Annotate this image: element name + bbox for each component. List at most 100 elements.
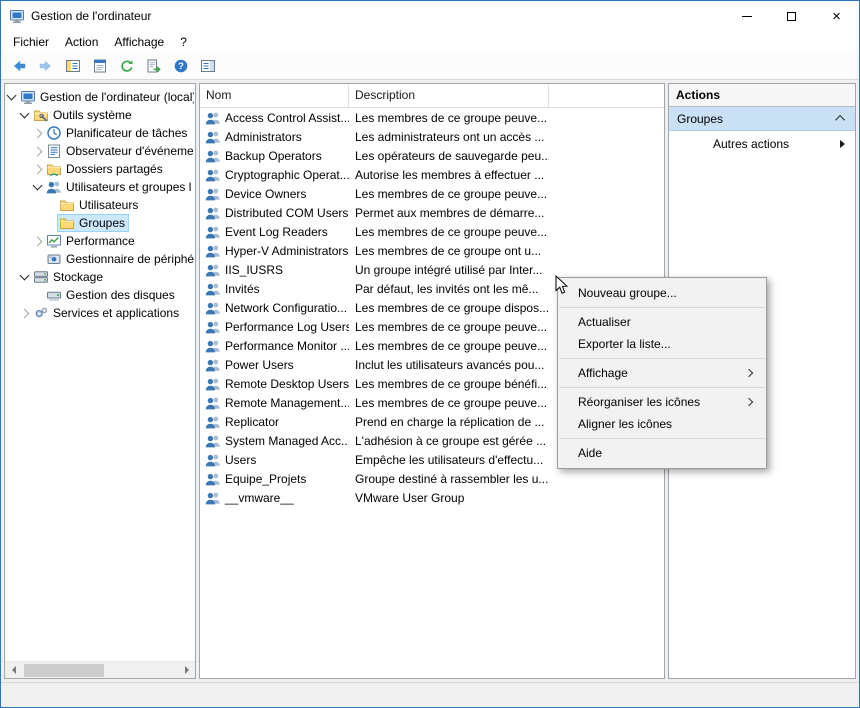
context-menu-item-nouveau-groupe[interactable]: Nouveau groupe...	[558, 282, 766, 304]
scroll-left-button[interactable]	[5, 662, 22, 678]
event-icon	[46, 143, 62, 159]
help-icon: ?	[173, 58, 189, 74]
tree-item-gestion-des-disques[interactable]: Gestion des disques	[5, 286, 195, 304]
context-menu-item-aligner-les-icones[interactable]: Aligner les icônes	[558, 413, 766, 435]
forward-button[interactable]	[34, 54, 58, 78]
group-name: Equipe_Projets	[225, 471, 307, 486]
tree-item-label: Gestion de l'ordinateur (local)	[40, 90, 195, 104]
list-row-administrators[interactable]: Administrators Les administrateurs ont un…	[200, 127, 664, 146]
close-button[interactable]: ×	[814, 1, 859, 31]
scrollbar-track[interactable]	[22, 662, 178, 678]
tree-item-content[interactable]: Gestion des disques	[44, 286, 179, 304]
context-menu-item-reorganiser-les-icones[interactable]: Réorganiser les icônes	[558, 391, 766, 413]
chevron-right-icon[interactable]	[32, 146, 43, 156]
tree-item-content[interactable]: Outils système	[31, 106, 136, 124]
context-menu-item-actualiser[interactable]: Actualiser	[558, 311, 766, 333]
tree-item-performance[interactable]: Performance	[5, 232, 195, 250]
help-button[interactable]: ?	[169, 54, 193, 78]
list-row-access-control-assist[interactable]: Access Control Assist... Les membres de c…	[200, 108, 664, 127]
group-name: Device Owners	[225, 186, 307, 201]
minimize-button[interactable]	[724, 1, 769, 31]
list-row-hyper-v-administrators[interactable]: Hyper-V Administrators Les membres de ce …	[200, 241, 664, 260]
arrow-left-icon	[11, 58, 27, 74]
tree-item-content[interactable]: Dossiers partagés	[44, 160, 167, 178]
tree-item-observateur-d-eveneme[interactable]: Observateur d'événeme	[5, 142, 195, 160]
tree-item-services-et-applications[interactable]: Services et applications	[5, 304, 195, 322]
show-hide-console-tree-button[interactable]	[61, 54, 85, 78]
tree-item-content[interactable]: Utilisateurs	[57, 196, 142, 214]
console-tree-pane: Gestion de l'ordinateur (local) Outils sy…	[4, 83, 196, 679]
context-menu-item-aide[interactable]: Aide	[558, 442, 766, 464]
menu-affichage[interactable]: Affichage	[106, 33, 172, 51]
column-header-description[interactable]: Description	[349, 84, 549, 107]
list-row-vmware[interactable]: __vmware__ VMware User Group	[200, 488, 664, 507]
tree-item-content[interactable]: Services et applications	[31, 304, 183, 322]
menu-separator	[559, 438, 765, 439]
menu-?[interactable]: ?	[172, 33, 195, 51]
group-name-cell: __vmware__	[200, 490, 349, 506]
group-description: Empêche les utilisateurs d'effectu...	[355, 452, 544, 467]
group-name: Performance Monitor ...	[225, 338, 349, 353]
chevron-right-icon[interactable]	[19, 308, 30, 318]
tree-item-label: Utilisateurs et groupes l	[66, 180, 192, 194]
scrollbar-thumb[interactable]	[24, 664, 104, 677]
chevron-right-icon[interactable]	[32, 164, 43, 174]
tree-item-stockage[interactable]: Stockage	[5, 268, 195, 286]
tree-item-dossiers-partages[interactable]: Dossiers partagés	[5, 160, 195, 178]
maximize-button[interactable]	[769, 1, 814, 31]
chevron-down-icon[interactable]	[32, 180, 43, 191]
tree-item-content[interactable]: Stockage	[31, 268, 107, 286]
title-bar[interactable]: Gestion de l'ordinateur ×	[1, 1, 859, 31]
tree-horizontal-scrollbar[interactable]	[5, 661, 195, 678]
properties-button[interactable]	[88, 54, 112, 78]
export-list-button[interactable]	[142, 54, 166, 78]
context-menu-item-exporter-la-liste[interactable]: Exporter la liste...	[558, 333, 766, 355]
tree-item-content[interactable]: Observateur d'événeme	[44, 142, 195, 160]
menu-action[interactable]: Action	[57, 33, 106, 51]
show-hide-action-pane-button[interactable]	[196, 54, 220, 78]
column-header-nom[interactable]: Nom	[200, 84, 349, 107]
menu-item-label: Exporter la liste...	[578, 337, 671, 351]
tree-item-content[interactable]: Utilisateurs et groupes l	[44, 178, 195, 196]
chevron-down-icon[interactable]	[19, 270, 30, 281]
tree-item-outils-systeme[interactable]: Outils système	[5, 106, 195, 124]
actions-section-groupes[interactable]: Groupes	[669, 107, 855, 131]
refresh-button[interactable]	[115, 54, 139, 78]
tree-item-gestion-de-l-ordinateur-local[interactable]: Gestion de l'ordinateur (local)	[5, 88, 195, 106]
tree-item-planificateur-de-taches[interactable]: Planificateur de tâches	[5, 124, 195, 142]
tree-item-utilisateurs-et-groupes-l[interactable]: Utilisateurs et groupes l	[5, 178, 195, 196]
tree-item-content[interactable]: Planificateur de tâches	[44, 124, 191, 142]
context-menu-item-affichage[interactable]: Affichage	[558, 362, 766, 384]
list-row-equipe-projets[interactable]: Equipe_Projets Groupe destiné à rassemble…	[200, 469, 664, 488]
back-button[interactable]	[7, 54, 31, 78]
autres-actions-label: Autres actions	[713, 136, 790, 151]
group-name: Cryptographic Operat...	[225, 167, 349, 182]
chevron-right-icon[interactable]	[32, 128, 43, 138]
tree-item-content[interactable]: Gestion de l'ordinateur (local)	[18, 88, 195, 106]
group-icon	[205, 395, 221, 411]
tree-item-utilisateurs[interactable]: Utilisateurs	[5, 196, 195, 214]
menu-fichier[interactable]: Fichier	[5, 33, 57, 51]
list-row-distributed-com-users[interactable]: Distributed COM Users Permet aux membres …	[200, 203, 664, 222]
group-icon	[205, 490, 221, 506]
column-header-spacer	[549, 84, 664, 107]
chevron-right-icon[interactable]	[32, 236, 43, 246]
tree-item-groupes[interactable]: Groupes	[5, 214, 195, 232]
tree-item-gestionnaire-de-periphe[interactable]: Gestionnaire de périphé	[5, 250, 195, 268]
scroll-right-button[interactable]	[178, 662, 195, 678]
computer-icon	[20, 89, 36, 105]
group-description: Les opérateurs de sauvegarde peu...	[355, 148, 549, 163]
list-row-cryptographic-operat[interactable]: Cryptographic Operat... Autorise les memb…	[200, 165, 664, 184]
tree-item-content[interactable]: Gestionnaire de périphé	[44, 250, 195, 268]
chevron-down-icon[interactable]	[19, 108, 30, 119]
chevron-down-icon[interactable]	[6, 90, 17, 101]
clock-icon	[46, 125, 62, 141]
list-row-event-log-readers[interactable]: Event Log Readers Les membres de ce group…	[200, 222, 664, 241]
list-row-device-owners[interactable]: Device Owners Les membres de ce groupe pe…	[200, 184, 664, 203]
autres-actions-item[interactable]: Autres actions	[669, 131, 855, 156]
tree-item-content[interactable]: Performance	[44, 232, 139, 250]
tree-item-label: Groupes	[79, 216, 126, 230]
list-row-backup-operators[interactable]: Backup Operators Les opérateurs de sauveg…	[200, 146, 664, 165]
tree-selection[interactable]: Groupes	[57, 214, 130, 232]
